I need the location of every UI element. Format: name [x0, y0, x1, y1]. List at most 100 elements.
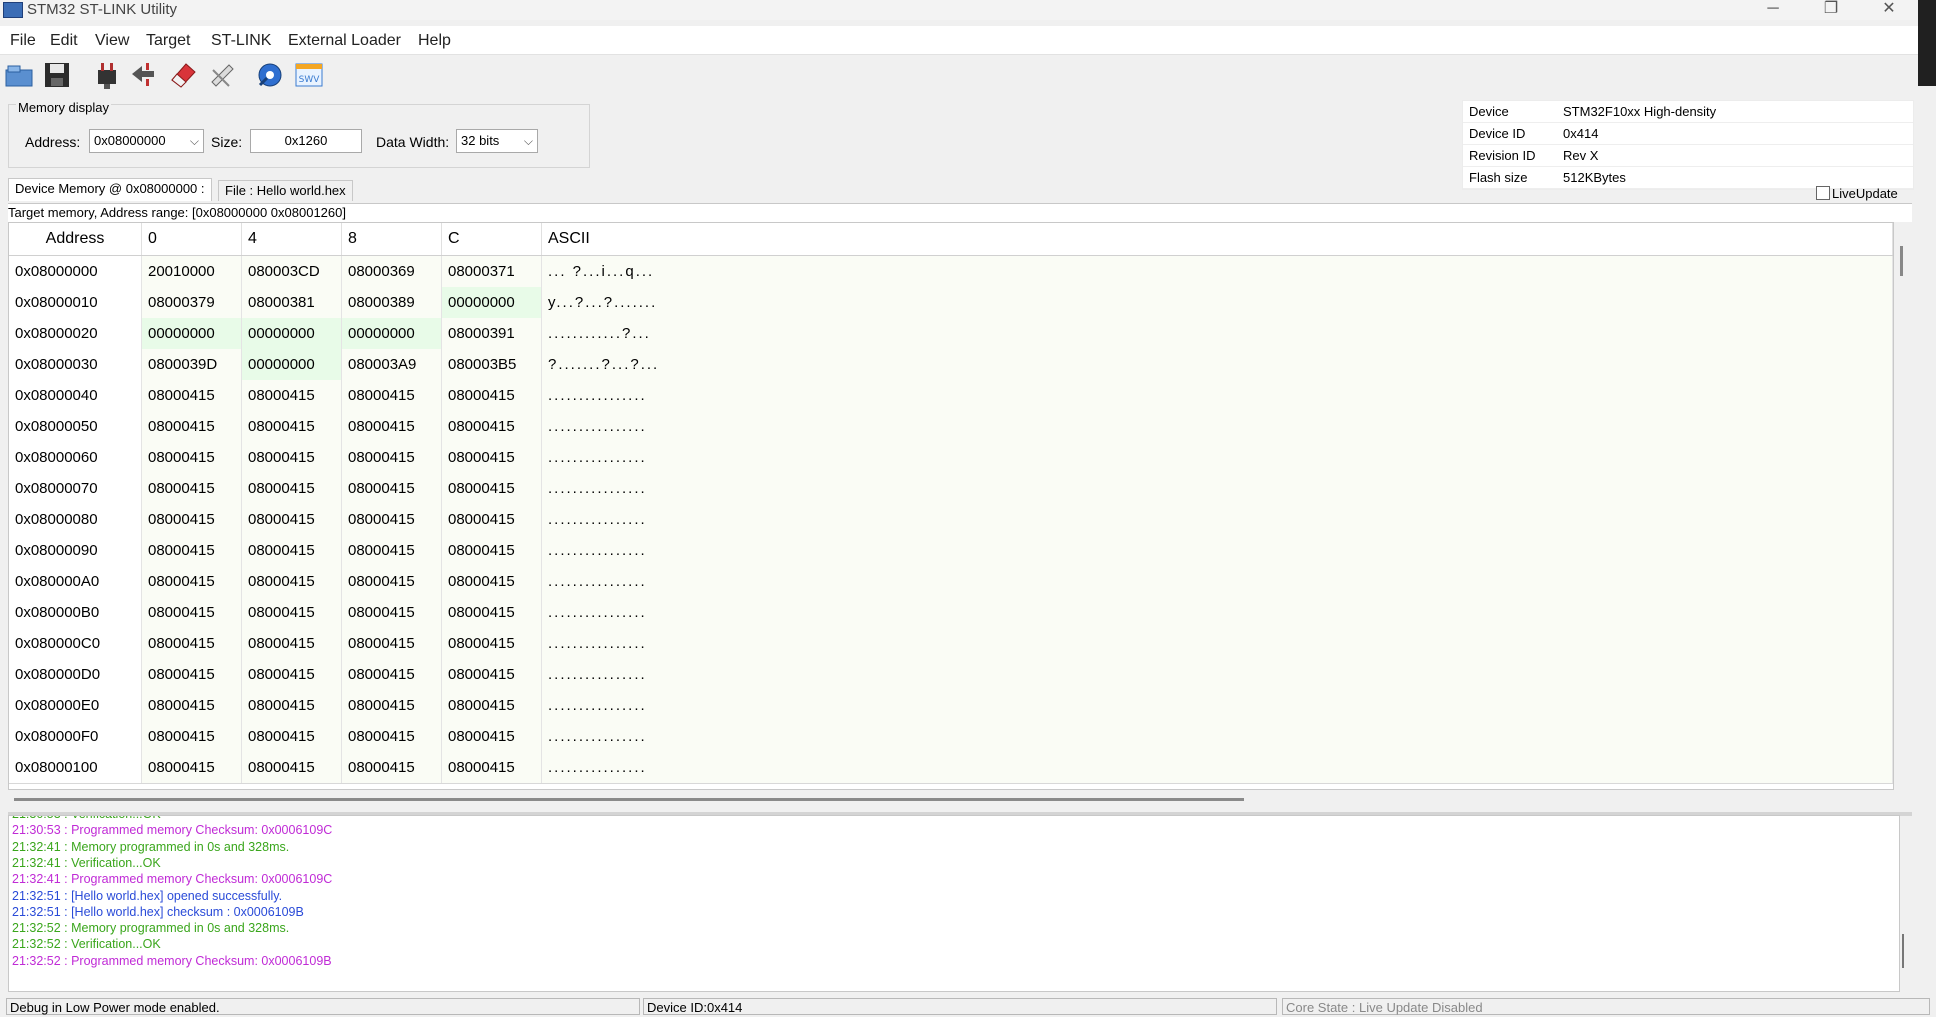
data-cell-8[interactable]: 08000415 — [342, 628, 442, 659]
data-cell-8[interactable]: 08000415 — [342, 504, 442, 535]
data-cell-c[interactable]: 08000415 — [442, 442, 542, 473]
data-cell-4[interactable]: 00000000 — [242, 349, 342, 380]
table-row[interactable]: 0x08000030 0800039D 00000000 080003A9 080003… — [9, 349, 1893, 381]
menu-edit[interactable]: Edit — [50, 32, 78, 50]
ascii-cell[interactable]: ?.......?...?... — [542, 349, 1893, 380]
table-row[interactable]: 0x080000E0 08000415 08000415 08000415 080004… — [9, 690, 1893, 722]
ascii-cell[interactable]: ................ — [542, 380, 1893, 411]
data-cell-0[interactable]: 08000415 — [142, 721, 242, 752]
horizontal-scroll-thumb[interactable] — [14, 798, 1244, 801]
ascii-cell[interactable]: ................ — [542, 659, 1893, 690]
table-row[interactable]: 0x08000000 20010000 080003CD 08000369 080003… — [9, 256, 1893, 288]
data-cell-8[interactable]: 08000415 — [342, 659, 442, 690]
ascii-cell[interactable]: ................ — [542, 411, 1893, 442]
ascii-cell[interactable]: ................ — [542, 504, 1893, 535]
data-cell-0[interactable]: 08000415 — [142, 442, 242, 473]
data-cell-c[interactable]: 08000391 — [442, 318, 542, 349]
table-row[interactable]: 0x080000A0 08000415 08000415 08000415 080004… — [9, 566, 1893, 598]
ascii-cell[interactable]: y...?...?....... — [542, 287, 1893, 318]
data-cell-8[interactable]: 08000415 — [342, 380, 442, 411]
data-cell-4[interactable]: 08000415 — [242, 411, 342, 442]
data-cell-c[interactable]: 08000371 — [442, 256, 542, 287]
ascii-cell[interactable]: ................ — [542, 566, 1893, 597]
table-row[interactable]: 0x080000B0 08000415 08000415 08000415 080004… — [9, 597, 1893, 629]
table-row[interactable]: 0x080000D0 08000415 08000415 08000415 080004… — [9, 659, 1893, 691]
column-header-c[interactable]: C — [442, 223, 542, 255]
data-cell-8[interactable]: 08000415 — [342, 442, 442, 473]
table-row[interactable]: 0x08000070 08000415 08000415 08000415 080004… — [9, 473, 1893, 505]
data-cell-4[interactable]: 080003CD — [242, 256, 342, 287]
data-cell-c[interactable]: 08000415 — [442, 504, 542, 535]
data-cell-8[interactable]: 08000415 — [342, 535, 442, 566]
data-cell-8[interactable]: 08000415 — [342, 473, 442, 504]
ascii-cell[interactable]: ................ — [542, 535, 1893, 566]
table-row[interactable]: 0x08000020 00000000 00000000 00000000 080003… — [9, 318, 1893, 350]
data-cell-0[interactable]: 08000415 — [142, 473, 242, 504]
data-cell-8[interactable]: 08000369 — [342, 256, 442, 287]
data-cell-c[interactable]: 08000415 — [442, 597, 542, 628]
table-row[interactable]: 0x08000050 08000415 08000415 08000415 080004… — [9, 411, 1893, 443]
ascii-cell[interactable]: ................ — [542, 597, 1893, 628]
data-cell-c[interactable]: 08000415 — [442, 721, 542, 752]
data-cell-4[interactable]: 08000415 — [242, 752, 342, 783]
data-cell-c[interactable]: 08000415 — [442, 566, 542, 597]
data-cell-4[interactable]: 08000415 — [242, 628, 342, 659]
data-cell-0[interactable]: 08000415 — [142, 597, 242, 628]
outer-scroll-thumb[interactable] — [1918, 0, 1936, 86]
data-cell-c[interactable]: 08000415 — [442, 659, 542, 690]
data-cell-4[interactable]: 08000415 — [242, 566, 342, 597]
ascii-cell[interactable]: ................ — [542, 752, 1893, 783]
vertical-scrollbar[interactable] — [1898, 242, 1910, 802]
menu-stlink[interactable]: ST-LINK — [211, 32, 271, 50]
ascii-cell[interactable]: ................ — [542, 442, 1893, 473]
data-cell-8[interactable]: 080003A9 — [342, 349, 442, 380]
data-cell-c[interactable]: 08000415 — [442, 380, 542, 411]
menu-target[interactable]: Target — [146, 32, 190, 50]
table-row[interactable]: 0x08000100 08000415 08000415 08000415 080004… — [9, 752, 1893, 784]
ascii-cell[interactable]: ................ — [542, 628, 1893, 659]
data-cell-c[interactable]: 08000415 — [442, 752, 542, 783]
ascii-cell[interactable]: ................ — [542, 721, 1893, 752]
data-cell-0[interactable]: 08000415 — [142, 628, 242, 659]
open-file-icon[interactable] — [4, 60, 34, 90]
data-cell-4[interactable]: 08000415 — [242, 721, 342, 752]
table-row[interactable]: 0x08000040 08000415 08000415 08000415 080004… — [9, 380, 1893, 412]
data-cell-c[interactable]: 08000415 — [442, 628, 542, 659]
erase-icon[interactable] — [168, 60, 198, 90]
size-input[interactable]: 0x1260 — [250, 129, 362, 153]
data-cell-0[interactable]: 08000415 — [142, 504, 242, 535]
close-button[interactable]: ✕ — [1866, 0, 1912, 20]
menu-file[interactable]: File — [10, 32, 36, 50]
tab-device-memory[interactable]: Device Memory @ 0x08000000 : — [8, 178, 212, 201]
data-cell-c[interactable]: 080003B5 — [442, 349, 542, 380]
data-cell-c[interactable]: 08000415 — [442, 535, 542, 566]
data-cell-4[interactable]: 08000415 — [242, 690, 342, 721]
table-row[interactable]: 0x080000C0 08000415 08000415 08000415 080004… — [9, 628, 1893, 660]
data-cell-8[interactable]: 08000415 — [342, 597, 442, 628]
data-cell-c[interactable]: 08000415 — [442, 411, 542, 442]
data-cell-0[interactable]: 08000415 — [142, 659, 242, 690]
data-cell-8[interactable]: 08000415 — [342, 566, 442, 597]
data-cell-8[interactable]: 08000389 — [342, 287, 442, 318]
column-header-8[interactable]: 8 — [342, 223, 442, 255]
column-header-0[interactable]: 0 — [142, 223, 242, 255]
data-cell-0[interactable]: 08000415 — [142, 380, 242, 411]
data-cell-4[interactable]: 08000415 — [242, 473, 342, 504]
data-cell-8[interactable]: 08000415 — [342, 411, 442, 442]
log-scroll-thumb[interactable] — [1902, 934, 1904, 968]
data-cell-0[interactable]: 08000415 — [142, 566, 242, 597]
data-cell-0[interactable]: 20010000 — [142, 256, 242, 287]
live-update-checkbox[interactable]: LiveUpdate — [1816, 186, 1898, 201]
minimize-button[interactable]: ─ — [1750, 0, 1796, 20]
data-cell-4[interactable]: 08000381 — [242, 287, 342, 318]
checkbox-icon[interactable] — [1816, 186, 1830, 200]
connect-icon[interactable] — [92, 60, 122, 90]
menu-help[interactable]: Help — [418, 32, 451, 50]
table-row[interactable]: 0x08000010 08000379 08000381 08000389 000000… — [9, 287, 1893, 319]
ascii-cell[interactable]: ................ — [542, 473, 1893, 504]
data-cell-c[interactable]: 08000415 — [442, 690, 542, 721]
menu-external-loader[interactable]: External Loader — [288, 32, 401, 50]
data-cell-8[interactable]: 00000000 — [342, 318, 442, 349]
ascii-cell[interactable]: ............?... — [542, 318, 1893, 349]
data-cell-0[interactable]: 0800039D — [142, 349, 242, 380]
